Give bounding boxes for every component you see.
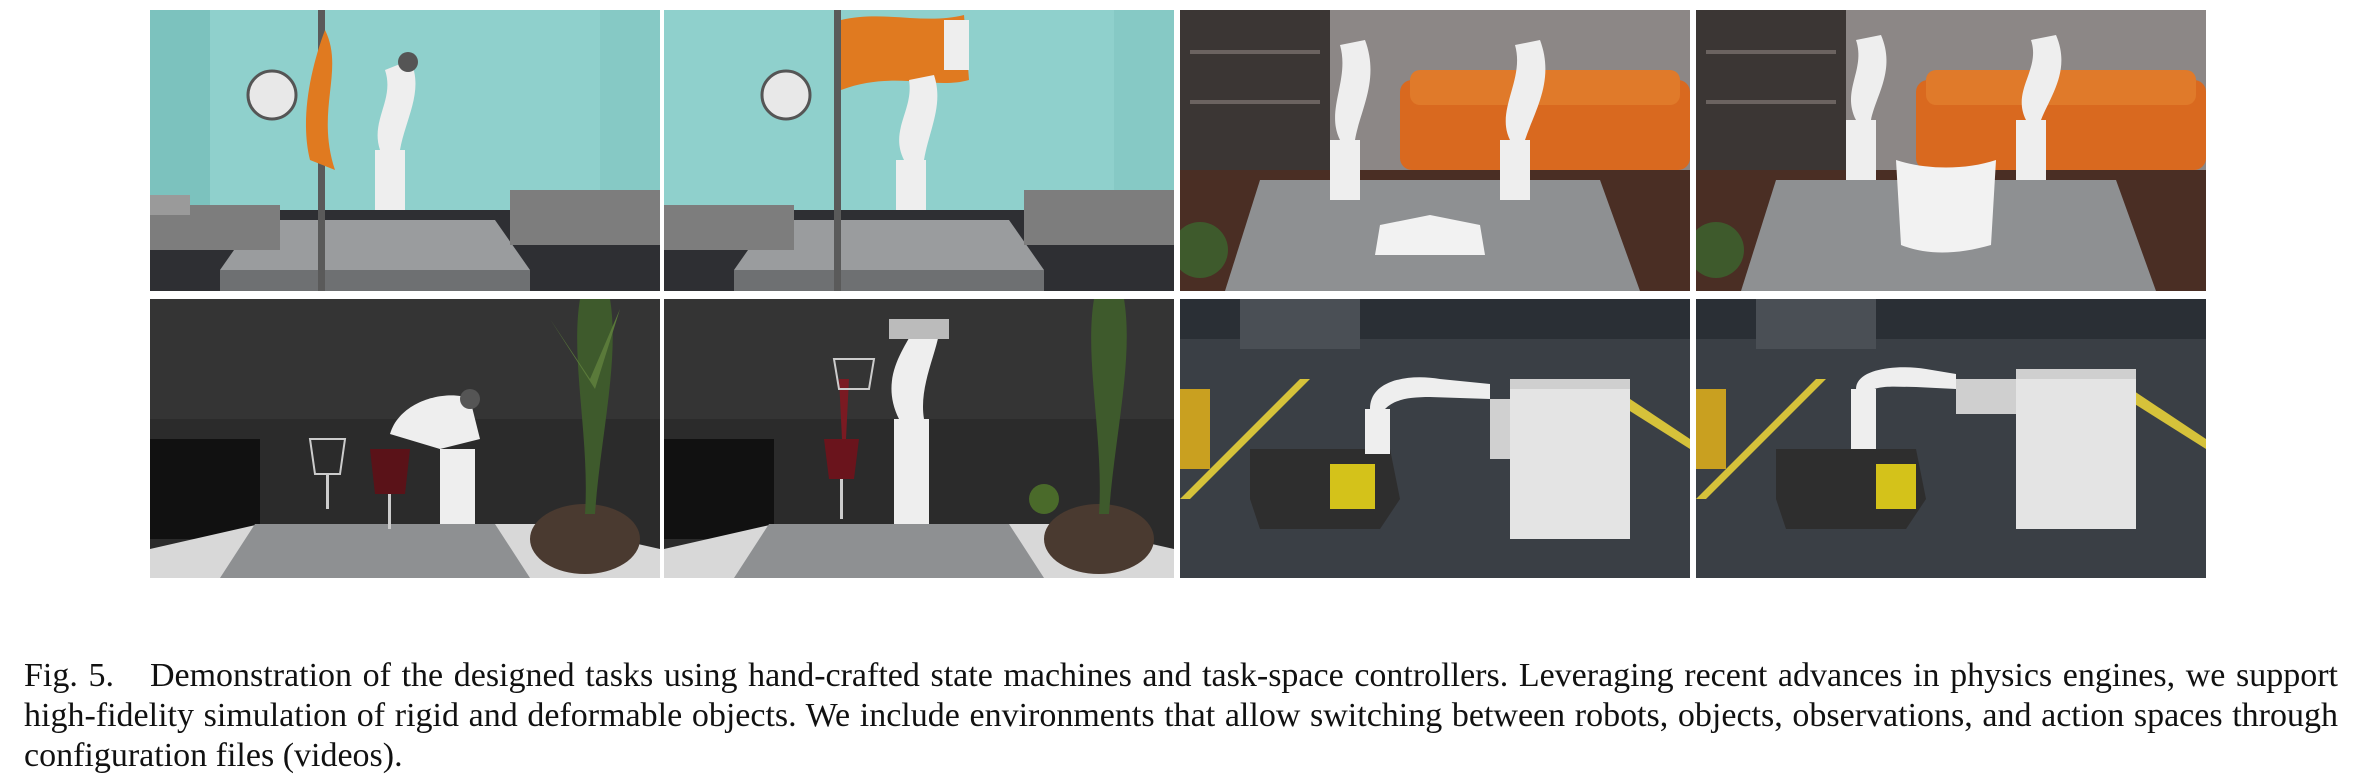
figure-label: Fig. 5.: [24, 657, 114, 694]
panel-wine-pouring: [664, 299, 1174, 578]
panel-mobile-robot-approach: [1180, 299, 1690, 578]
figure-caption: Fig. 5. Demonstration of the designed tas…: [24, 656, 2338, 776]
figure-image-grid: [150, 10, 2206, 578]
panel-flag-hanging: [150, 10, 660, 291]
panel-cloth-on-table: [1180, 10, 1690, 291]
panel-mobile-robot-drawer-open: [1696, 299, 2206, 578]
panel-flag-waving: [664, 10, 1174, 291]
panel-cloth-lifted: [1696, 10, 2206, 291]
caption-text: Demonstration of the designed tasks usin…: [24, 657, 2338, 774]
panel-wine-holding: [150, 299, 660, 578]
